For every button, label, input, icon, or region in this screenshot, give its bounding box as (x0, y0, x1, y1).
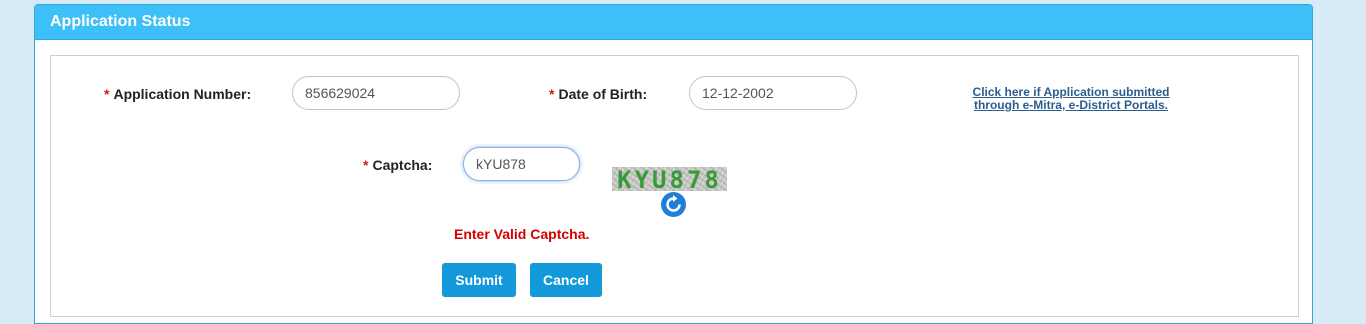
required-marker: * (549, 86, 555, 102)
page-right-edge (1350, 0, 1366, 314)
captcha-label-text: Captcha: (372, 157, 433, 173)
application-number-label: * Application Number: (104, 86, 251, 102)
date-of-birth-input[interactable] (689, 76, 857, 110)
refresh-captcha-icon[interactable] (661, 192, 686, 217)
refresh-icon (666, 195, 681, 212)
emitra-edistrict-link[interactable]: Click here if Application submitted thro… (968, 86, 1174, 112)
required-marker: * (104, 86, 110, 102)
link-line-2[interactable]: through e-Mitra, e-District Portals. (968, 99, 1174, 112)
panel-title: Application Status (35, 5, 1312, 40)
date-of-birth-label-text: Date of Birth: (558, 86, 648, 102)
captcha-image: KYU878 (612, 167, 727, 191)
application-number-label-text: Application Number: (113, 86, 252, 102)
cancel-button[interactable]: Cancel (530, 263, 602, 297)
date-of-birth-label: * Date of Birth: (549, 86, 647, 102)
submit-button[interactable]: Submit (442, 263, 516, 297)
captcha-image-text: KYU878 (617, 167, 722, 191)
required-marker: * (363, 157, 369, 173)
captcha-error-message: Enter Valid Captcha. (454, 226, 590, 242)
captcha-input[interactable] (463, 147, 580, 181)
captcha-label: * Captcha: (363, 157, 432, 173)
application-number-input[interactable] (292, 76, 460, 110)
